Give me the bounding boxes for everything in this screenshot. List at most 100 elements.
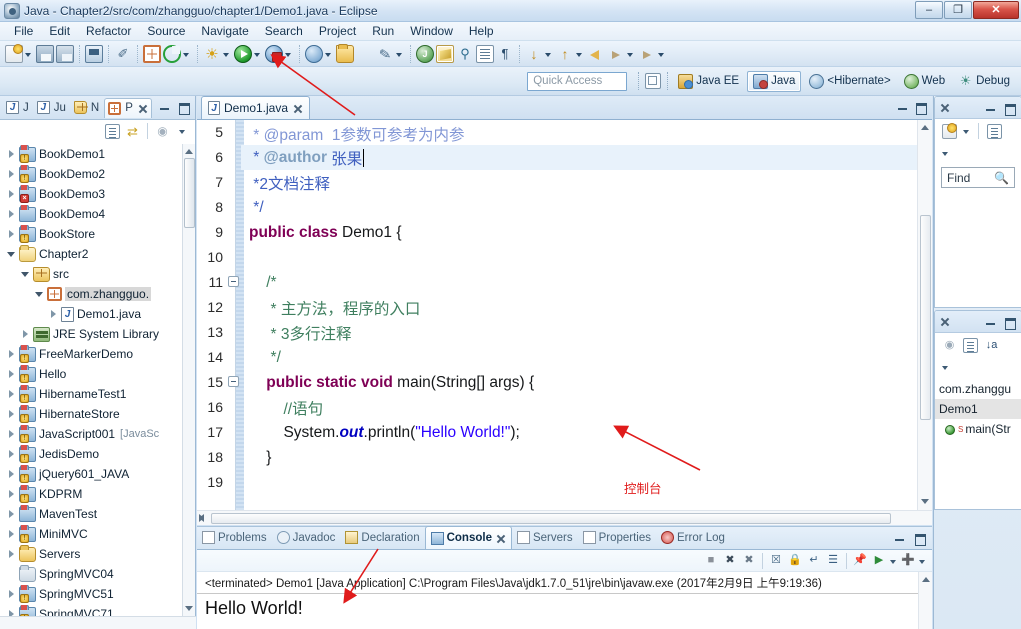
collapse-all-icon[interactable] [963, 337, 978, 353]
show-whitespace-icon[interactable] [496, 45, 514, 63]
new-wizard-icon[interactable] [5, 43, 23, 63]
tree-item-src[interactable]: src [0, 264, 195, 284]
menu-navigate[interactable]: Navigate [193, 22, 256, 40]
previous-annotation-dropdown-icon[interactable] [575, 45, 584, 63]
menu-search[interactable]: Search [257, 22, 311, 40]
tree-item-demo1-java[interactable]: Demo1.java [0, 304, 195, 324]
console-tab-problems[interactable]: Problems [197, 526, 272, 549]
expand-arrow-icon[interactable] [6, 448, 18, 460]
tree-item-jedisdemo[interactable]: ! JedisDemo [0, 444, 195, 464]
new-java-class-icon[interactable] [163, 44, 181, 63]
maximize-view-icon[interactable] [1003, 315, 1017, 330]
expand-arrow-icon[interactable] [6, 508, 18, 520]
tree-item-kdprm[interactable]: ! KDPRM [0, 484, 195, 504]
view-menu-icon[interactable] [178, 124, 187, 138]
search-icon[interactable] [376, 45, 394, 63]
maximize-editor-icon[interactable] [914, 100, 928, 115]
tree-item-jre-system-library[interactable]: JRE System Library [0, 324, 195, 344]
focus-icon[interactable]: ◉ [942, 338, 957, 353]
tree-item-bookdemo4[interactable]: BookDemo4 [0, 204, 195, 224]
tree-item-bookdemo1[interactable]: ! BookDemo1 [0, 144, 195, 164]
console-tab-error-log[interactable]: Error Log [656, 526, 730, 549]
expand-arrow-icon[interactable] [6, 568, 18, 580]
minimize-view-icon[interactable] [158, 100, 172, 114]
pin-console-icon[interactable]: 📌 [852, 553, 868, 569]
perspective-debug[interactable]: Debug [953, 71, 1015, 92]
minimize-view-icon[interactable] [984, 101, 998, 115]
close-console-tab-icon[interactable] [495, 533, 506, 544]
run-icon[interactable] [234, 44, 252, 63]
external-tools-icon[interactable] [203, 45, 221, 63]
expand-arrow-icon[interactable] [20, 328, 32, 340]
search-icon[interactable]: 🔍 [994, 171, 1009, 185]
new-search-icon[interactable] [942, 122, 957, 139]
tree-item-hello[interactable]: ! Hello [0, 364, 195, 384]
scroll-lock-icon[interactable]: 🔒 [787, 553, 803, 569]
editor-tab-demo1[interactable]: Demo1.java [201, 96, 311, 119]
editor-hscrollbar[interactable] [197, 510, 932, 525]
tree-item-servers[interactable]: Servers [0, 544, 195, 564]
perspective-java-ee[interactable]: Java EE [673, 71, 744, 92]
console-vscrollbar[interactable] [918, 572, 932, 629]
expand-arrow-icon[interactable] [6, 388, 18, 400]
back-icon[interactable] [587, 45, 605, 63]
outline-item-com-zhanggu[interactable]: com.zhanggu [935, 379, 1021, 399]
code-line[interactable] [241, 245, 932, 270]
open-task-icon[interactable] [356, 45, 374, 63]
close-view-icon[interactable] [939, 316, 951, 328]
view-tab-n[interactable]: N [71, 98, 102, 118]
run-external-tool-dropdown-icon[interactable] [324, 45, 333, 63]
close-view-icon[interactable] [939, 102, 951, 114]
tree-item-springmvc51[interactable]: ! SpringMVC51 [0, 584, 195, 604]
fold-toggle-icon[interactable] [228, 376, 239, 387]
expand-arrow-icon[interactable] [6, 168, 18, 180]
console-tab-console[interactable]: Console [424, 526, 512, 549]
expand-arrow-icon[interactable] [6, 368, 18, 380]
editor-code[interactable]: * @param 1参数可参考为内参 * @author 张果 *2文档注释 *… [241, 120, 932, 510]
expand-arrow-icon[interactable] [48, 308, 60, 320]
open-perspective-icon[interactable] [645, 73, 662, 89]
code-line[interactable]: public static void main(String[] args) { [241, 370, 932, 395]
code-line[interactable]: *2文档注释 [241, 170, 932, 195]
tree-item-springmvc04[interactable]: SpringMVC04 [0, 564, 195, 584]
perspective-hibernate[interactable]: <Hibernate> [804, 71, 895, 92]
expand-arrow-icon[interactable] [6, 348, 18, 360]
editor-highlight-icon[interactable] [436, 44, 454, 63]
code-line[interactable]: * @author 张果 [241, 145, 932, 170]
console-tab-properties[interactable]: Properties [578, 526, 656, 549]
view-tab-ju[interactable]: Ju [34, 98, 69, 118]
remove-launch-icon[interactable]: ✖ [722, 553, 738, 569]
new-java-class-dropdown-icon[interactable] [182, 45, 191, 63]
tree-item-minimvc[interactable]: ! MiniMVC [0, 524, 195, 544]
save-icon[interactable] [36, 44, 54, 63]
expand-arrow-icon[interactable] [6, 228, 18, 240]
tree-item-freemarkerdemo[interactable]: ! FreeMarkerDemo [0, 344, 195, 364]
tree-item-chapter2[interactable]: Chapter2 [0, 244, 195, 264]
tree-item-bookdemo3[interactable]: × BookDemo3 [0, 184, 195, 204]
search-dropdown-icon[interactable] [395, 45, 404, 63]
editor-tab-close-icon[interactable] [292, 103, 303, 114]
tree-item-bookstore[interactable]: ! BookStore [0, 224, 195, 244]
maximize-console-icon[interactable] [913, 531, 927, 546]
vscroll-thumb[interactable] [920, 215, 931, 420]
minimize-editor-icon[interactable] [896, 100, 910, 114]
package-explorer-hscrollbar[interactable] [0, 616, 196, 629]
code-line[interactable]: } [241, 445, 932, 470]
expand-arrow-icon[interactable] [6, 588, 18, 600]
open-type-icon[interactable] [336, 43, 354, 63]
forward-icon[interactable] [607, 45, 625, 63]
link-with-editor-icon[interactable]: ⇄ [125, 124, 140, 139]
forward-nav-dropdown-icon[interactable] [657, 45, 666, 63]
hscroll-thumb[interactable] [211, 513, 891, 524]
code-line[interactable] [241, 470, 932, 495]
run-external-tool-icon[interactable] [305, 44, 323, 63]
previous-annotation-icon[interactable] [556, 45, 574, 63]
perspective-web[interactable]: Web [899, 71, 950, 92]
forward-dropdown-icon[interactable] [626, 45, 635, 63]
search-dropdown-icon[interactable] [962, 124, 971, 138]
console-output-area[interactable]: <terminated> Demo1 [Java Application] C:… [197, 572, 932, 629]
menu-project[interactable]: Project [311, 22, 364, 40]
next-annotation-icon[interactable] [525, 45, 543, 63]
debug-dropdown-icon[interactable] [284, 45, 293, 63]
expand-arrow-icon[interactable] [6, 428, 18, 440]
